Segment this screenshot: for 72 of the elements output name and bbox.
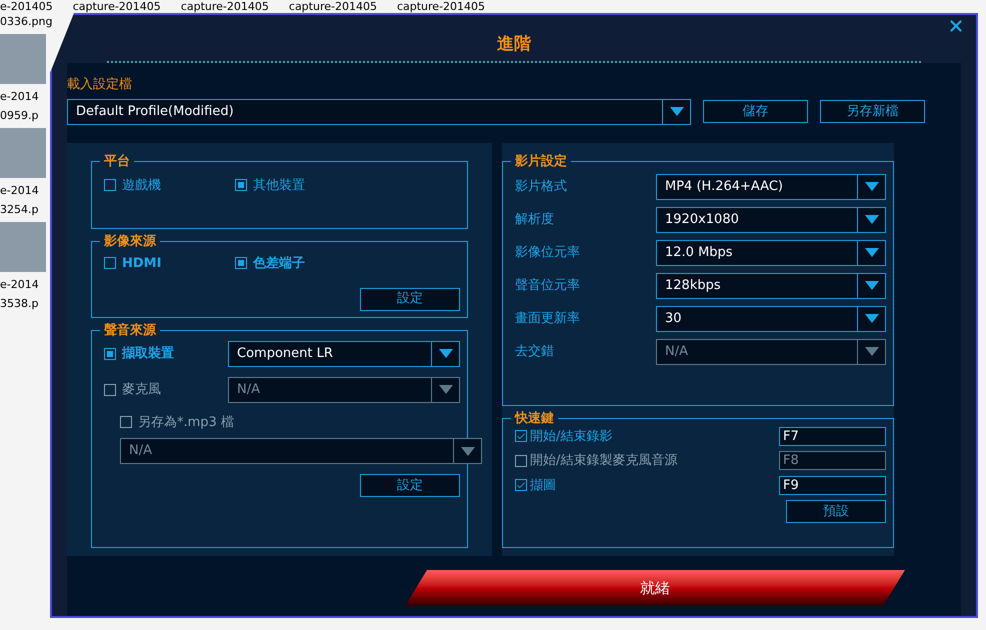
file-label[interactable]: 3254.p bbox=[0, 203, 50, 216]
checkbox[interactable] bbox=[235, 179, 247, 192]
option-label[interactable]: 擷取裝置 bbox=[122, 344, 174, 364]
checkbox[interactable] bbox=[104, 257, 116, 270]
setting-label: 畫面更新率 bbox=[515, 310, 580, 328]
thumbnail-placeholder bbox=[0, 222, 46, 272]
dropdown[interactable]: MP4 (H.264+AAC) bbox=[656, 174, 886, 200]
dropdown-value: 1920x1080 bbox=[664, 210, 740, 228]
file-label[interactable]: capture-201405 bbox=[180, 0, 269, 13]
checkbox[interactable] bbox=[515, 479, 527, 492]
option-label[interactable]: HDMI bbox=[122, 254, 162, 273]
dropdown-value: N/A bbox=[664, 342, 689, 360]
setting-label: 影像位元率 bbox=[515, 244, 580, 262]
checkbox[interactable] bbox=[104, 179, 116, 192]
dropdown[interactable]: 128kbps bbox=[656, 272, 886, 298]
setting-label: 影片格式 bbox=[515, 178, 567, 196]
caret-icon bbox=[864, 281, 878, 290]
action-button[interactable]: 設定 bbox=[360, 474, 460, 497]
caret-icon bbox=[864, 248, 878, 257]
dropdown[interactable]: Component LR bbox=[228, 340, 460, 366]
file-label[interactable]: capture-201405 bbox=[72, 0, 161, 13]
hotkey-field[interactable]: F9 bbox=[779, 476, 886, 495]
caret-icon bbox=[864, 314, 878, 323]
dropdown[interactable]: 1920x1080 bbox=[656, 206, 886, 232]
thumbnail-placeholder bbox=[0, 34, 46, 84]
file-label[interactable]: 0959.p bbox=[0, 109, 50, 122]
action-button[interactable]: 設定 bbox=[360, 288, 460, 310]
section-label: 載入設定檔 bbox=[67, 76, 133, 94]
dropdown[interactable]: 12.0 Mbps bbox=[656, 240, 886, 266]
dropdown-value: 30 bbox=[664, 310, 683, 328]
dropdown-value: 128kbps bbox=[664, 276, 722, 294]
file-label[interactable]: e-201405 bbox=[0, 0, 53, 13]
hotkey-label[interactable]: 開始/結束錄影 bbox=[530, 426, 612, 446]
option-label[interactable]: 色差端子 bbox=[253, 254, 305, 273]
hotkey-label[interactable]: 擷圖 bbox=[530, 476, 556, 495]
file-label[interactable]: e-2014 bbox=[0, 90, 50, 103]
dropdown-value: N/A bbox=[236, 380, 261, 398]
file-label[interactable]: e-2014 bbox=[0, 278, 50, 291]
caret-icon bbox=[460, 446, 474, 456]
file-label[interactable]: capture-201405 bbox=[396, 0, 486, 13]
checkbox[interactable] bbox=[515, 430, 527, 442]
dropdown-value: Default Profile(Modified) bbox=[75, 102, 235, 120]
action-button[interactable]: 儲存 bbox=[703, 100, 808, 123]
dropdown-value: MP4 (H.264+AAC) bbox=[664, 178, 784, 196]
setting-label: 聲音位元率 bbox=[515, 276, 580, 295]
dropdown-value: 12.0 Mbps bbox=[664, 244, 734, 262]
caret-icon bbox=[864, 347, 878, 356]
action-button[interactable]: 另存新檔 bbox=[820, 100, 925, 123]
dropdown[interactable]: Default Profile(Modified) bbox=[67, 98, 691, 124]
action-button[interactable]: 預設 bbox=[786, 500, 886, 523]
option-label[interactable]: 遊戲機 bbox=[122, 176, 161, 195]
caret-icon bbox=[670, 107, 684, 116]
checkbox[interactable] bbox=[235, 257, 247, 270]
checkbox[interactable] bbox=[104, 348, 116, 360]
file-label[interactable]: 0336.png bbox=[0, 15, 50, 28]
dropdown-value: N/A bbox=[128, 442, 153, 460]
setting-label: 去交錯 bbox=[515, 342, 554, 361]
ready-button[interactable]: 就緒 bbox=[405, 570, 905, 606]
hotkey-field[interactable]: F7 bbox=[779, 426, 886, 446]
file-label[interactable]: e-2014 bbox=[0, 184, 50, 197]
dropdown-value: Component LR bbox=[236, 344, 334, 362]
caret-icon bbox=[864, 182, 878, 191]
file-label[interactable]: 3538.p bbox=[0, 297, 50, 310]
file-label[interactable]: capture-201405 bbox=[288, 0, 377, 13]
caret-icon bbox=[438, 349, 452, 358]
caret-icon bbox=[438, 385, 452, 394]
window-title: 進階 bbox=[497, 32, 531, 56]
setting-label: 解析度 bbox=[515, 210, 554, 229]
dropdown[interactable]: 30 bbox=[656, 306, 886, 332]
thumbnail-placeholder bbox=[0, 128, 46, 178]
option-label[interactable]: 其他裝置 bbox=[253, 176, 305, 195]
caret-icon bbox=[864, 215, 878, 224]
